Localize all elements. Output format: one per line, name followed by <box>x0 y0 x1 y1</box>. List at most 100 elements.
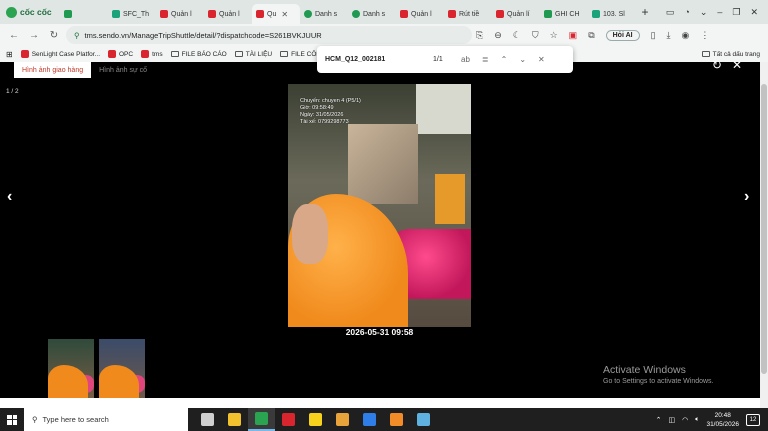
scrollbar-thumb[interactable] <box>761 84 767 374</box>
menu-icon[interactable]: ⋮ <box>700 30 709 41</box>
thumb-bag <box>99 365 139 399</box>
taskbar-app-chrome[interactable] <box>329 408 356 431</box>
reload-button[interactable]: ↻ <box>44 30 64 41</box>
photo-hand <box>292 204 328 264</box>
taskbar-app-file-explorer[interactable] <box>221 408 248 431</box>
close-tab-icon[interactable]: ✕ <box>281 10 288 19</box>
browser-tab[interactable]: SFC_Th <box>108 4 156 24</box>
hoi-ai-button[interactable]: Hỏi AI <box>605 29 640 41</box>
sticky-notes-icon <box>309 413 322 426</box>
bookmark-item[interactable]: OPC <box>108 50 133 58</box>
browser-brand[interactable]: cốc cốc <box>0 0 60 24</box>
thumbnail-2[interactable] <box>99 339 145 399</box>
match-case-toggle[interactable]: ab <box>461 55 470 64</box>
notification-button[interactable]: 12 <box>746 413 760 426</box>
browser-tab[interactable]: Quản l <box>396 4 444 24</box>
tab-list: SFC_Th Quản l Quản l Qu ✕ Danh s Danh s Quản l R… <box>60 0 636 24</box>
bookmark-label: TÀI LIỆU <box>245 50 273 58</box>
close-find-icon[interactable]: ✕ <box>538 55 545 64</box>
zoom-icon[interactable]: ⊖ <box>494 30 502 41</box>
thumb-bag <box>48 365 88 399</box>
bookmark-item[interactable]: TÀI LIỆU <box>234 50 273 58</box>
bookmark-item[interactable]: FILE CÔN <box>280 50 321 58</box>
install-app-icon[interactable]: ⎘ <box>476 30 483 41</box>
apps-grid-icon[interactable]: ⊞ <box>6 50 13 59</box>
zalo-icon <box>363 413 376 426</box>
rotate-icon[interactable]: ↻ <box>712 58 722 72</box>
brand-label: cốc cốc <box>20 7 52 17</box>
site-info-icon[interactable]: ⚲ <box>74 31 80 40</box>
next-image-icon[interactable]: › <box>744 188 749 206</box>
coccoc-icon[interactable]: ◔ <box>684 7 689 17</box>
find-next-icon[interactable]: ⌄ <box>519 55 526 64</box>
network-icon[interactable]: ◫ <box>669 416 676 424</box>
coccoc-logo-icon <box>6 6 17 18</box>
browser-tab[interactable]: Quản l <box>156 4 204 24</box>
taskbar-app-sticky-notes[interactable] <box>302 408 329 431</box>
delivery-photo[interactable]: Chuyến: chuyen 4 (P5/1) Giờ: 09:58:49 Ng… <box>288 84 471 327</box>
browser-tab[interactable]: Danh s <box>300 4 348 24</box>
previous-image-icon[interactable]: ‹ <box>7 188 12 206</box>
taskbar-app-zalo[interactable] <box>356 408 383 431</box>
clock[interactable]: 20:48 31/05/2026 <box>706 411 739 429</box>
forward-button[interactable]: → <box>24 30 44 41</box>
tab-delivery-images[interactable]: Hình ảnh giao hàng <box>14 62 92 78</box>
find-input[interactable]: HCM_Q12_002181 <box>325 56 425 63</box>
extension-red-icon[interactable]: ▣ <box>569 30 578 41</box>
download-icon[interactable]: ⤓ <box>667 30 671 41</box>
bookmark-item[interactable]: SenLight Case Platfor... <box>20 50 100 58</box>
volume-icon[interactable]: 🔈︎ <box>695 416 699 424</box>
browser-tab[interactable]: GHI CH <box>540 4 588 24</box>
all-bookmarks-label: Tất cả dấu trang <box>712 50 760 58</box>
taskbar-app-task-view[interactable] <box>194 408 221 431</box>
chevron-up-icon[interactable]: ⌃ <box>656 416 662 424</box>
maximize-button[interactable]: ❐ <box>732 7 740 18</box>
find-options-icon[interactable]: ≣ <box>482 55 489 64</box>
wifi-icon[interactable]: ◠ <box>682 416 688 424</box>
app-blue-icon <box>417 413 430 426</box>
browser-tab[interactable]: Quản lí <box>492 4 540 24</box>
tab-favicon-icon <box>112 10 120 18</box>
browser-tab[interactable] <box>60 4 108 24</box>
browser-tab[interactable]: Quản l <box>204 4 252 24</box>
taskbar-app-app-orange[interactable] <box>383 408 410 431</box>
start-button[interactable] <box>0 408 24 431</box>
shield-icon[interactable]: ⛉ <box>532 30 539 41</box>
clock-time: 20:48 <box>714 411 731 419</box>
find-controls: ab ≣ ⌃ ⌄ ✕ <box>461 55 545 64</box>
dark-mode-icon[interactable]: ☾ <box>513 30 521 41</box>
taskbar-app-app-blue[interactable] <box>410 408 437 431</box>
taskbar-app-coccoc[interactable] <box>248 408 275 431</box>
taskbar-app-wps[interactable] <box>275 408 302 431</box>
profile-icon[interactable]: ◉ <box>682 30 690 41</box>
tab-label: Quản l <box>219 10 240 18</box>
address-bar[interactable]: ⚲ tms.sendo.vn/ManageTripShuttle/detail/… <box>66 26 472 44</box>
browser-tab[interactable]: Rút tiề <box>444 4 492 24</box>
close-window-button[interactable]: ✕ <box>750 7 758 18</box>
tab-favicon-icon <box>352 10 360 18</box>
bookmark-item[interactable]: FILE BÁO CÁO <box>170 50 227 58</box>
find-previous-icon[interactable]: ⌃ <box>501 55 508 64</box>
close-viewer-icon[interactable]: ✕ <box>732 58 742 72</box>
bookmark-star-icon[interactable]: ☆ <box>550 30 558 41</box>
minimize-button[interactable]: – <box>717 7 722 17</box>
thumbnail-1[interactable] <box>48 339 94 399</box>
browser-tab[interactable]: Qu ✕ <box>252 4 300 24</box>
file-explorer-icon <box>228 413 241 426</box>
browser-tab[interactable]: Danh s <box>348 4 396 24</box>
browser-tab[interactable]: 103. Sl <box>588 4 636 24</box>
page-scrollbar[interactable] <box>760 62 768 408</box>
sidebar-icon[interactable]: ▯ <box>651 30 656 41</box>
back-button[interactable]: ← <box>4 30 24 41</box>
photo-overlay-text: Chuyến: chuyen 4 (P5/1) Giờ: 09:58:49 Ng… <box>300 98 361 126</box>
extensions-icon[interactable]: ⧉ <box>588 30 594 41</box>
new-tab-button[interactable]: + <box>636 5 654 19</box>
taskbar-search[interactable]: ⚲ Type here to search <box>24 408 188 431</box>
photo-shop-shelf <box>348 124 418 204</box>
screenshot-icon[interactable]: ▭ <box>666 7 675 18</box>
overlay-line: Tài xế: 0799298773 <box>300 119 349 125</box>
tab-incident-images[interactable]: Hình ảnh sự cố <box>91 62 155 78</box>
toolbar-icons: ⎘ ⊖ ☾ ⛉ ☆ ▣ ⧉ Hỏi AI ▯ ⤓ ◉ ⋮ <box>476 24 709 46</box>
dropdown-icon[interactable]: ⌄ <box>700 7 708 18</box>
bookmark-item[interactable]: tms <box>141 50 163 58</box>
